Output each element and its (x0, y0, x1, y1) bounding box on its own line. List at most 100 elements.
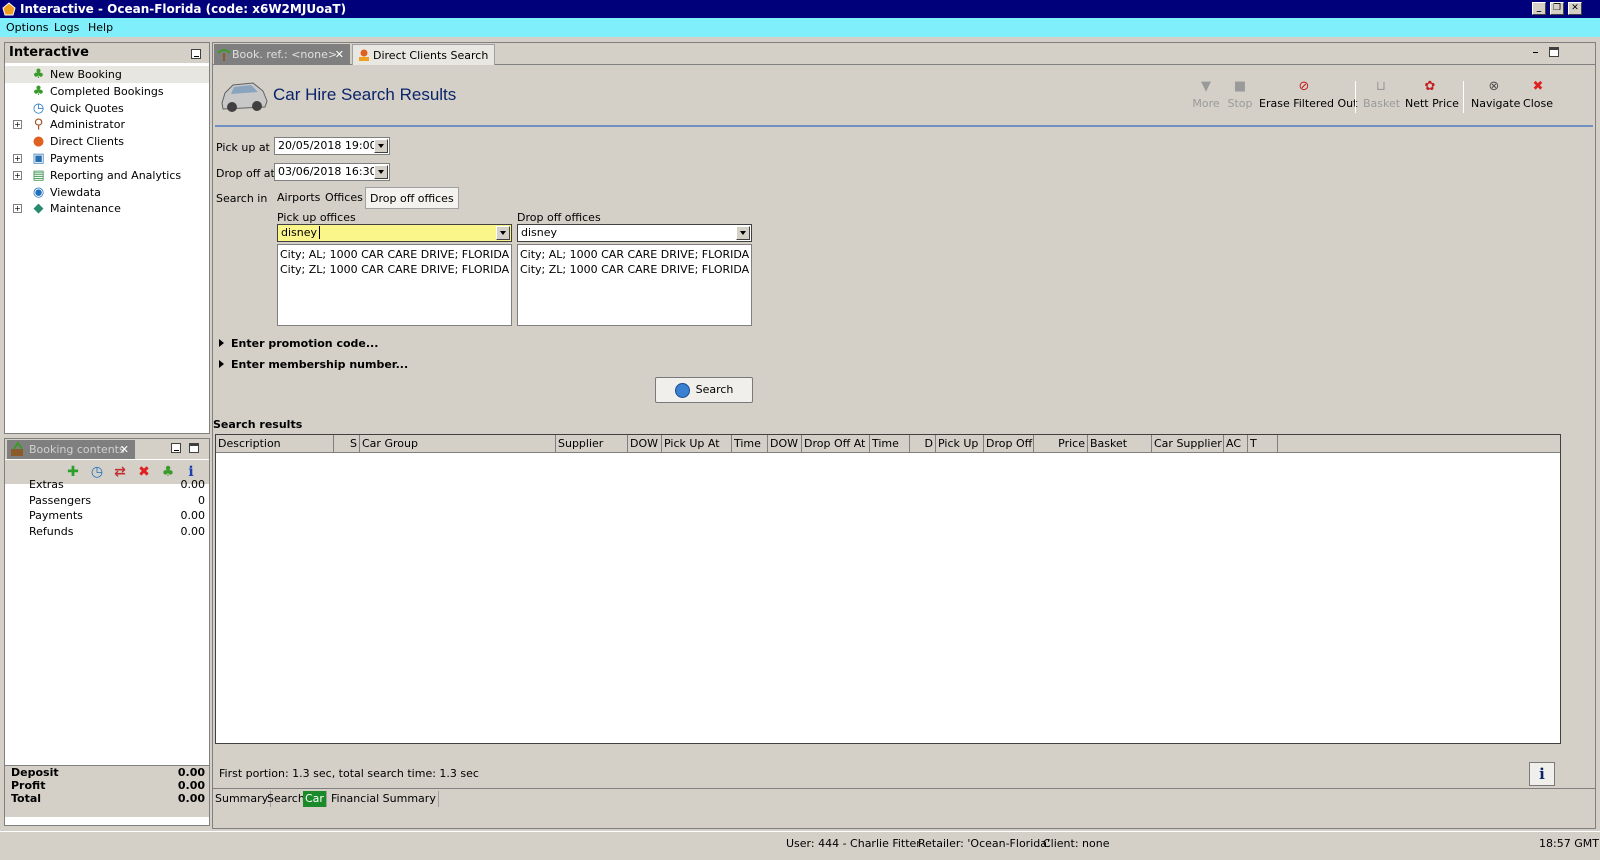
column-header[interactable]: Time (732, 435, 768, 453)
stop-icon: ■ (1233, 79, 1247, 94)
column-header[interactable]: Pick Up (936, 435, 984, 453)
tree-item[interactable]: ● Direct Clients (5, 133, 209, 150)
pickup-offices-filter[interactable]: disney (277, 224, 512, 242)
column-header[interactable]: Drop Off (984, 435, 1034, 453)
tab-direct-clients-search[interactable]: Direct Clients Search (352, 44, 495, 65)
bottom-tab[interactable]: Financial Summary (329, 791, 439, 807)
dropoff-dropdown-icon[interactable] (374, 165, 388, 179)
expand-icon[interactable]: + (13, 154, 22, 163)
tab-booking[interactable]: Book. ref.: <none> ✕ (214, 44, 350, 65)
palm-tree-icon: ♣ (32, 83, 45, 99)
tree-item[interactable]: ◉ Viewdata (5, 184, 209, 201)
close-tab-icon[interactable]: ✕ (120, 440, 129, 459)
booking-row-value: 0.00 (180, 525, 206, 539)
search-button[interactable]: Search (655, 377, 753, 403)
promotion-code-link[interactable]: Enter promotion code... (219, 337, 378, 350)
erase-filtered-out-button[interactable]: ⊘ Erase Filtered Out (1259, 79, 1357, 110)
title-bar: Interactive - Ocean-Florida (code: x6W2M… (0, 0, 1600, 18)
info-button[interactable]: i (1529, 762, 1555, 786)
stop-button[interactable]: ■ Stop (1225, 79, 1255, 110)
membership-number-link[interactable]: Enter membership number... (219, 358, 408, 371)
list-item[interactable]: City; ZL; 1000 CAR CARE DRIVE; FLORIDA; … (520, 262, 750, 277)
tab-drop-off-offices[interactable]: Drop off offices (365, 187, 459, 209)
minimize-button[interactable]: _ (1532, 2, 1546, 15)
column-header[interactable]: Time (870, 435, 910, 453)
navigation-panel: Interactive ♣ New Booking ♣ Completed Booki… (4, 42, 210, 434)
column-header[interactable]: DOW (768, 435, 802, 453)
bottom-tab[interactable]: Car (303, 791, 327, 807)
results-table[interactable]: Description S Car Group Supplier DOW Pick Up … (215, 434, 1561, 744)
bottom-tab[interactable]: Search (265, 791, 308, 807)
tree-item-label: Payments (50, 152, 104, 165)
list-item[interactable]: City; ZL; 1000 CAR CARE DRIVE; FLORIDA; … (280, 262, 510, 277)
expand-icon[interactable]: + (13, 204, 22, 214)
column-header[interactable]: S (334, 435, 360, 453)
tree-item-label: Completed Bookings (50, 84, 164, 98)
dropoff-offices-dropdown-icon[interactable] (736, 226, 750, 240)
expand-arrow-icon (219, 360, 224, 368)
navigate-button[interactable]: ⊗ Navigate (1471, 79, 1520, 110)
tree-item-label: Viewdata (50, 185, 101, 199)
navigation-panel-title: Interactive (9, 45, 89, 60)
total-label: Total (11, 792, 42, 805)
tree-item[interactable]: ♣ New Booking (5, 66, 209, 83)
close-button[interactable]: ✖ Close (1523, 79, 1553, 110)
bottom-tab[interactable]: Summary (213, 791, 272, 807)
page-header: Car Hire Search Results ▼ More ■ Stop ⊘ Era… (215, 67, 1593, 127)
column-header[interactable]: Car Supplier (1152, 435, 1224, 453)
toolbar-separator (1463, 81, 1464, 113)
column-header[interactable]: DOW (628, 435, 662, 453)
close-tab-icon[interactable]: ✕ (335, 44, 344, 65)
pickup-offices-dropdown-icon[interactable] (496, 226, 510, 240)
column-header[interactable]: Car Group (360, 435, 556, 453)
column-header[interactable]: Basket (1088, 435, 1152, 453)
total-row: Total 0.00 (11, 792, 205, 805)
more-button[interactable]: ▼ More (1191, 79, 1221, 110)
panel-minimize-icon[interactable] (191, 49, 201, 59)
dropoff-offices-list: City; AL; 1000 CAR CARE DRIVE; FLORIDA; … (517, 244, 752, 326)
tab-offices[interactable]: Offices (321, 187, 367, 209)
pickup-dropdown-icon[interactable] (374, 139, 388, 153)
expand-icon[interactable]: + (13, 120, 22, 130)
area-maximize-icon[interactable] (1549, 47, 1559, 57)
tree-item[interactable]: + ▤ Reporting and Analytics (5, 167, 209, 184)
tree-item[interactable]: + ◆ Maintenance (5, 200, 209, 217)
booking-row: Passengers 0 (29, 493, 205, 509)
window-close-button[interactable]: ✕ (1568, 2, 1582, 15)
column-header[interactable]: Drop Off At (802, 435, 870, 453)
expand-icon[interactable]: + (13, 170, 22, 180)
area-minimize-icon[interactable] (1531, 46, 1541, 56)
tree-item[interactable]: ♣ Completed Bookings (5, 83, 209, 100)
pickup-datetime-field[interactable]: 20/05/2018 19:00 (274, 137, 390, 155)
list-item[interactable]: City; AL; 1000 CAR CARE DRIVE; FLORIDA; … (280, 247, 510, 262)
menu-logs[interactable]: Logs (54, 21, 79, 34)
column-header[interactable]: Pick Up At (662, 435, 732, 453)
dropoff-offices-filter[interactable]: disney (517, 224, 752, 242)
close-icon: ✖ (1532, 79, 1544, 94)
restore-button[interactable]: ❐ (1550, 2, 1564, 15)
column-header[interactable]: Supplier (556, 435, 628, 453)
column-header[interactable]: T (1248, 435, 1278, 453)
dropoff-datetime-field[interactable]: 03/06/2018 16:30 (274, 163, 390, 181)
column-header[interactable]: Price (1034, 435, 1088, 453)
column-header[interactable]: Description (216, 435, 334, 453)
info-icon: i (1539, 765, 1545, 783)
tree-item[interactable]: + ⚲ Administrator (5, 116, 209, 133)
column-header[interactable]: AC (1224, 435, 1248, 453)
tree-item[interactable]: ◷ Quick Quotes (5, 100, 209, 117)
menu-help[interactable]: Help (88, 21, 113, 34)
app-icon (2, 2, 16, 16)
panel-minimize-icon[interactable] (171, 443, 181, 453)
menu-options[interactable]: Options (6, 21, 48, 34)
basket-button[interactable]: ⊔ Basket (1363, 79, 1400, 110)
list-item[interactable]: City; AL; 1000 CAR CARE DRIVE; FLORIDA; … (520, 247, 750, 262)
total-value: 0.00 (177, 779, 205, 792)
search-in-tabs: Airports Offices Drop off offices (273, 187, 473, 209)
column-header[interactable]: D (910, 435, 936, 453)
tab-airports[interactable]: Airports (273, 187, 324, 209)
tree-item[interactable]: + ▣ Payments (5, 150, 209, 167)
booking-row-value: 0.00 (180, 478, 206, 491)
booking-contents-tab[interactable]: Booking contents ✕ (7, 440, 135, 459)
panel-maximize-icon[interactable] (189, 443, 199, 453)
nett-price-button[interactable]: ✿ Nett Price (1405, 79, 1459, 110)
